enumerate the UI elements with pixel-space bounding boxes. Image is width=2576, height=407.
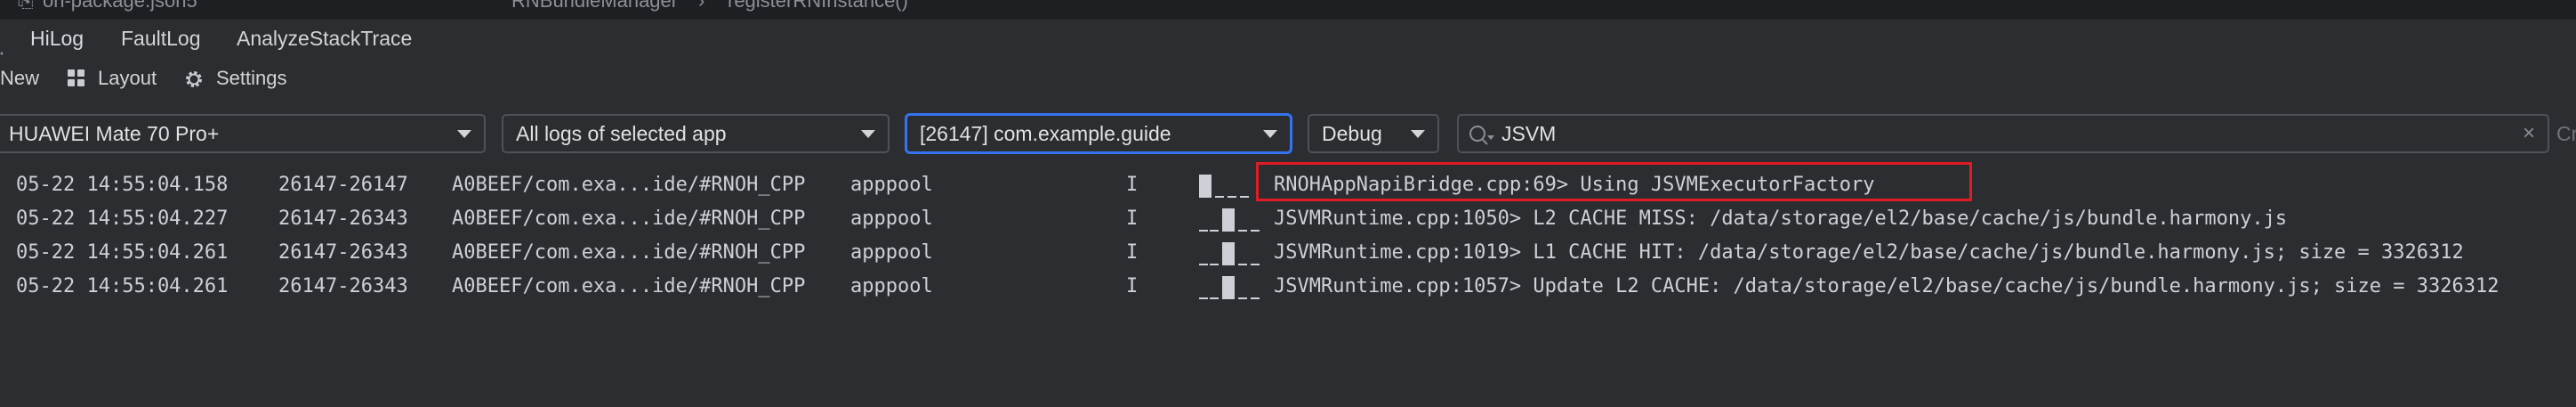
- search-history-dropdown-icon[interactable]: [1487, 135, 1494, 140]
- settings-button-label: Settings: [216, 67, 287, 89]
- chevron-down-icon: [457, 130, 471, 138]
- log-tag: A0BEEF/com.exa...ide/#RNOH_CPP: [452, 174, 806, 196]
- log-timestamp: 05-22 14:55:04.261: [16, 275, 229, 297]
- log-timestamp: 05-22 14:55:04.261: [16, 241, 229, 264]
- log-level: I: [1126, 174, 1139, 196]
- log-level: I: [1126, 208, 1139, 230]
- annotation-highlight-box: [1256, 162, 1972, 201]
- chevron-down-icon: [1263, 130, 1277, 138]
- log-process: apppool: [850, 241, 933, 264]
- log-timestamp: 05-22 14:55:04.227: [16, 208, 229, 230]
- log-row[interactable]: 05-22 14:55:04.261 26147-26343 A0BEEF/co…: [0, 270, 2576, 304]
- log-tag: A0BEEF/com.exa...ide/#RNOH_CPP: [452, 275, 806, 297]
- log-pid: 26147-26343: [278, 275, 408, 297]
- log-filter-bar: HUAWEI Mate 70 Pro+ All logs of selected…: [0, 107, 2576, 162]
- log-pid: 26147-26147: [278, 174, 408, 196]
- log-message: JSVMRuntime.cpp:1019> L1 CACHE HIT: /dat…: [1274, 241, 2464, 264]
- log-tabs: HiLog FaultLog AnalyzeStackTrace: [0, 20, 2576, 77]
- gear-icon: [186, 71, 202, 87]
- log-pid: 26147-26343: [278, 208, 408, 230]
- device-select-value: HUAWEI Mate 70 Pro+: [9, 122, 220, 145]
- log-tag: A0BEEF/com.exa...ide/#RNOH_CPP: [452, 241, 806, 264]
- log-level-indicator: [1199, 175, 1261, 198]
- breadcrumb-class[interactable]: RNBundleManager: [511, 0, 678, 12]
- clear-search-icon[interactable]: ×: [2523, 116, 2535, 151]
- log-row[interactable]: 05-22 14:55:04.261 26147-26343 A0BEEF/co…: [0, 236, 2576, 270]
- log-search-input[interactable]: JSVM ×: [1457, 114, 2549, 153]
- tab-analyzestacktrace[interactable]: AnalyzeStackTrace: [237, 20, 412, 57]
- process-select[interactable]: [26147] com.example.guide: [906, 114, 1292, 153]
- log-tag: A0BEEF/com.exa...ide/#RNOH_CPP: [452, 208, 806, 230]
- tab-hilog[interactable]: HiLog: [30, 20, 84, 57]
- log-level-indicator: [1199, 208, 1261, 232]
- log-timestamp: 05-22 14:55:04.158: [16, 174, 229, 196]
- log-level-select-value: Debug: [1322, 122, 1382, 145]
- breadcrumb-file[interactable]: oh-package.json5: [43, 0, 197, 12]
- log-level: I: [1126, 275, 1139, 297]
- layout-button[interactable]: Layout: [98, 57, 157, 100]
- log-process: apppool: [850, 275, 933, 297]
- search-input-value: JSVM: [1501, 122, 1557, 145]
- log-message: JSVMRuntime.cpp:1057> Update L2 CACHE: /…: [1274, 275, 2500, 297]
- chevron-down-icon: [861, 130, 875, 138]
- breadcrumb-method[interactable]: registerRNInstance(): [728, 0, 908, 12]
- log-pid: 26147-26343: [278, 241, 408, 264]
- tab-faultlog[interactable]: FaultLog: [121, 20, 201, 57]
- log-level-indicator: [1199, 242, 1261, 265]
- log-row[interactable]: 05-22 14:55:04.227 26147-26343 A0BEEF/co…: [0, 202, 2576, 236]
- log-scope-select-value: All logs of selected app: [516, 122, 727, 145]
- log-message: JSVMRuntime.cpp:1050> L2 CACHE MISS: /da…: [1274, 208, 2288, 230]
- editor-breadcrumb-bar: ⎘ oh-package.json5 RNBundleManager › reg…: [0, 0, 2576, 20]
- layout-grid-icon: [68, 69, 85, 87]
- process-select-value: [26147] com.example.guide: [920, 122, 1171, 145]
- chevron-down-icon: [1411, 130, 1425, 138]
- truncated-toolbar-label[interactable]: Cr: [2556, 114, 2576, 153]
- new-button-label: New: [0, 67, 40, 89]
- new-button[interactable]: New: [0, 57, 39, 100]
- layout-button-label: Layout: [98, 67, 157, 89]
- log-level: I: [1126, 241, 1139, 264]
- log-level-select[interactable]: Debug: [1308, 114, 1439, 153]
- device-select[interactable]: HUAWEI Mate 70 Pro+: [0, 114, 486, 153]
- log-level-indicator: [1199, 276, 1261, 299]
- log-toolbar: New Layout Settings: [0, 57, 2576, 100]
- log-process: apppool: [850, 208, 933, 230]
- log-output[interactable]: 05-22 14:55:04.158 26147-26147 A0BEEF/co…: [0, 167, 2576, 407]
- file-icon: ⎘: [18, 0, 34, 12]
- log-scope-select[interactable]: All logs of selected app: [502, 114, 890, 153]
- search-icon: [1469, 126, 1485, 142]
- settings-button[interactable]: Settings: [216, 57, 287, 100]
- log-process: apppool: [850, 174, 933, 196]
- breadcrumb-separator-icon: ›: [698, 0, 705, 12]
